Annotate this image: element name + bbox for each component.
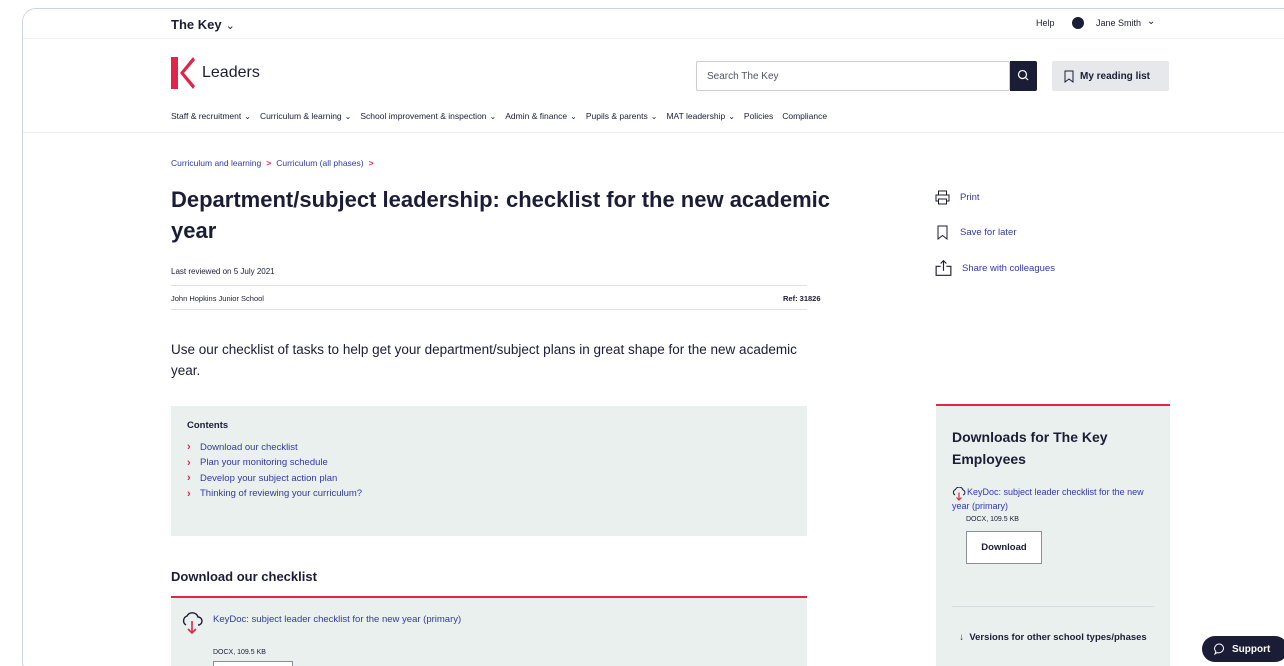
chevron-down-icon: ⌄: [489, 112, 497, 121]
nav-label: Pupils & parents: [585, 111, 648, 121]
chevron-down-icon: ⌄: [244, 112, 251, 121]
search-input[interactable]: [696, 61, 1010, 91]
divider: [952, 606, 1154, 607]
download-button[interactable]: Download: [966, 531, 1042, 564]
save-for-later-action[interactable]: Save for later: [935, 225, 1017, 240]
print-label: Print: [960, 192, 980, 203]
chevron-down-icon: ⌄: [728, 112, 735, 121]
nav-label: Admin & finance: [505, 111, 568, 121]
breadcrumb-link[interactable]: Curriculum and learning: [171, 158, 261, 168]
download-card: KeyDoc: subject leader checklist for the…: [171, 596, 807, 666]
nav-item-pupils[interactable]: Pupils & parents ⌄: [586, 111, 658, 121]
nav-item-staff[interactable]: Staff & recruitment ⌄: [171, 111, 251, 121]
page-title: Department/subject leadership: checklist…: [171, 187, 830, 243]
cloud-download-icon: [182, 612, 203, 635]
printer-icon: [935, 190, 950, 205]
reading-list-button[interactable]: My reading list: [1052, 61, 1169, 91]
nav-item-curriculum[interactable]: Curriculum & learning ⌄: [260, 111, 351, 121]
versions-label: Versions for other school types/phases: [969, 632, 1147, 643]
nav-item-mat[interactable]: MAT leadership ⌄: [666, 111, 734, 121]
breadcrumb: Curriculum and learning > Curriculum (al…: [171, 158, 374, 168]
chevron-right-icon: ›: [187, 456, 191, 469]
chevron-down-icon: ⌄: [650, 112, 658, 121]
downloads-heading: Downloads for The Key Employees: [952, 429, 1108, 467]
chevron-down-icon: ⌄: [344, 112, 352, 121]
logo-text[interactable]: Leaders: [202, 64, 260, 82]
browser-frame: The Key⌄ Help Jane Smith ⌄ Leaders My re…: [22, 8, 1284, 666]
last-reviewed: Last reviewed on 5 July 2021: [171, 267, 275, 276]
divider: [171, 309, 807, 310]
nav-label: Curriculum & learning: [259, 111, 342, 121]
nav-item-admin[interactable]: Admin & finance ⌄: [505, 111, 577, 121]
contents-link[interactable]: Plan your monitoring schedule: [200, 457, 328, 468]
chevron-right-icon: >: [368, 158, 374, 168]
nav-label: MAT leadership: [666, 111, 726, 121]
avatar[interactable]: [1072, 17, 1084, 29]
print-action[interactable]: Print: [935, 190, 980, 205]
chevron-down-icon: ⌄: [570, 112, 577, 121]
support-label: Support: [1232, 643, 1271, 655]
logo-icon[interactable]: [171, 57, 195, 89]
reading-list-label: My reading list: [1080, 70, 1151, 82]
section-heading: Download our checklist: [171, 569, 317, 584]
other-versions-link[interactable]: ↓ Versions for other school types/phases: [952, 630, 1154, 646]
download-link[interactable]: KeyDoc: subject leader checklist for the…: [213, 613, 503, 627]
share-icon: [935, 259, 952, 276]
contents-item[interactable]: › Plan your monitoring schedule: [187, 457, 791, 469]
breadcrumb-link[interactable]: Curriculum (all phases): [276, 158, 363, 168]
contents-link[interactable]: Thinking of reviewing your curriculum?: [200, 488, 362, 499]
contents-link[interactable]: Develop your subject action plan: [200, 473, 337, 484]
chevron-down-icon: ⌄: [225, 20, 235, 32]
share-action[interactable]: Share with colleagues: [935, 259, 1055, 277]
downloads-panel: Downloads for The Key Employees KeyDoc: …: [936, 404, 1170, 666]
brand-switcher[interactable]: The Key ⌄: [171, 17, 235, 32]
bookmark-icon: [1064, 70, 1074, 83]
share-label: Share with colleagues: [962, 262, 1055, 274]
nav-label: Staff & recruitment: [171, 111, 242, 121]
nav-item-compliance[interactable]: Compliance: [782, 111, 827, 121]
arrow-down-icon: ↓: [959, 632, 970, 643]
main-nav: Staff & recruitment ⌄ Curriculum & learni…: [171, 111, 827, 121]
chevron-right-icon: ›: [187, 487, 191, 500]
brand-label: The Key: [171, 17, 222, 32]
bookmark-icon: [937, 225, 948, 240]
divider: [171, 285, 807, 286]
reference-number: Ref: 31826: [783, 294, 821, 303]
chat-bubble-icon: [1214, 643, 1224, 655]
support-button[interactable]: Support: [1202, 636, 1284, 662]
chevron-right-icon: ›: [187, 441, 191, 453]
contents-item[interactable]: › Download our checklist: [187, 441, 791, 453]
file-meta: DOCX, 109.5 KB: [966, 516, 1019, 523]
download-button[interactable]: [213, 661, 293, 666]
file-meta: DOCX, 109.5 KB: [213, 649, 266, 656]
side-download-link[interactable]: KeyDoc: subject leader checklist for the…: [952, 485, 1162, 513]
divider: [23, 132, 1284, 133]
nav-item-policies[interactable]: Policies: [744, 111, 773, 121]
contents-heading: Contents: [187, 420, 229, 431]
search-button[interactable]: [1010, 61, 1037, 91]
save-label: Save for later: [960, 227, 1017, 238]
contents-item[interactable]: › Thinking of reviewing your curriculum?: [187, 488, 791, 500]
search-icon: [1017, 69, 1029, 81]
contents-item[interactable]: › Develop your subject action plan: [187, 472, 791, 484]
utility-bar: The Key ⌄ Help Jane Smith ⌄: [23, 9, 1284, 39]
article-intro: Use our checklist of tasks to help get y…: [171, 342, 797, 378]
chevron-right-icon: >: [266, 158, 272, 168]
chevron-right-icon: ›: [187, 472, 191, 484]
school-name: John Hopkins Junior School: [171, 294, 264, 303]
user-name[interactable]: Jane Smith: [1096, 18, 1141, 28]
nav-item-school-improvement[interactable]: School improvement & inspection ⌄: [360, 111, 496, 121]
nav-label: School improvement & inspection: [360, 111, 487, 121]
chevron-down-icon[interactable]: ⌄: [1147, 16, 1155, 27]
help-link[interactable]: Help: [1036, 18, 1055, 28]
table-of-contents: Contents › Download our checklist › Plan y…: [171, 406, 807, 536]
contents-link[interactable]: Download our checklist: [200, 442, 298, 453]
